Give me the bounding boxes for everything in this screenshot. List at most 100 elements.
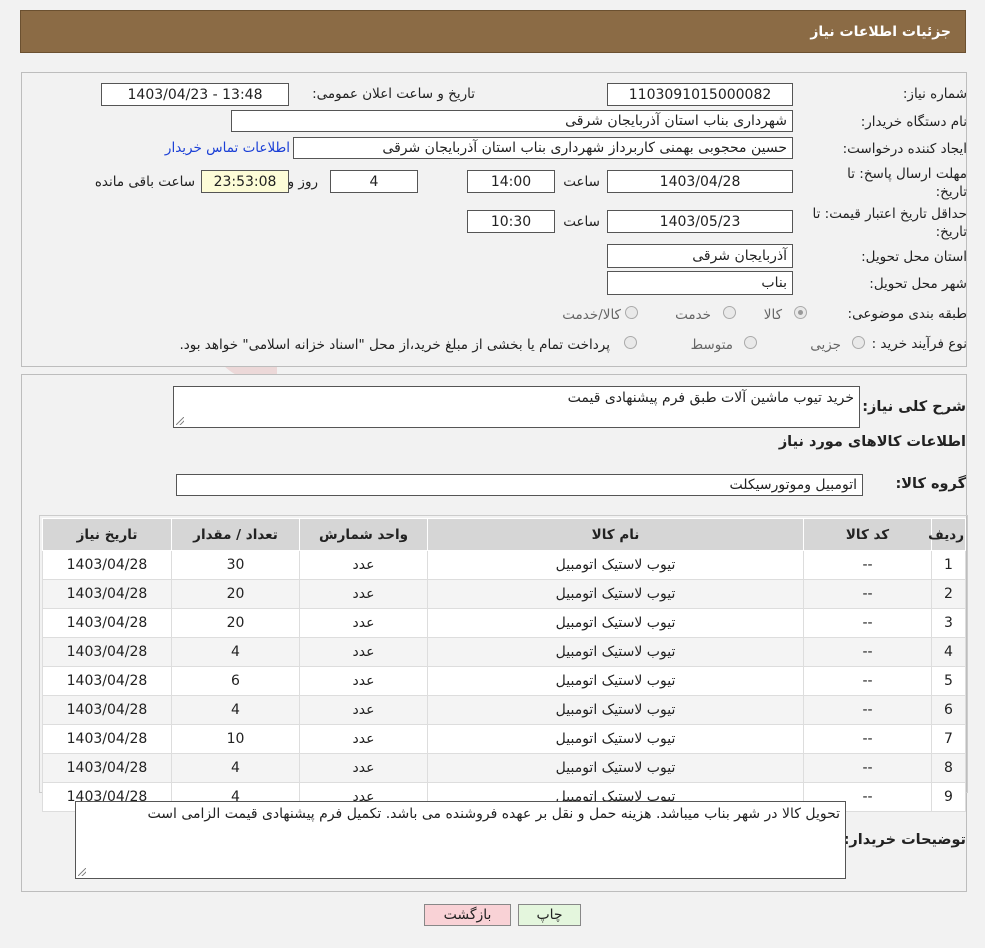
buyer-org-label: نام دستگاه خریدار: — [860, 114, 967, 130]
category-label: طبقه بندی موضوعی: — [847, 306, 967, 322]
item-code-cell: -- — [803, 666, 932, 696]
unit-cell: عدد — [299, 637, 428, 667]
buyer-notes-label: توضیحات خریدار: — [843, 832, 966, 848]
days-label: روز و — [287, 174, 318, 190]
city-label: شهر محل تحویل: — [869, 276, 967, 292]
need-date-cell: 1403/04/28 — [42, 695, 172, 725]
category-option-goods-service: کالا/خدمت — [562, 307, 621, 323]
goods-group-field: اتومبیل وموتورسیکلت — [176, 474, 863, 496]
quantity-cell: 30 — [171, 550, 300, 580]
deadline-label: مهلت ارسال پاسخ: تا — [847, 166, 967, 182]
category-radio-goods[interactable] — [794, 306, 807, 319]
col-header-date: تاریخ نیاز — [42, 518, 172, 551]
unit-cell: عدد — [299, 579, 428, 609]
row-number-cell: 7 — [931, 724, 966, 754]
item-code-cell: -- — [803, 608, 932, 638]
quantity-cell: 6 — [171, 666, 300, 696]
table-row: 6 -- تیوب لاستیک اتومبیل عدد 4 1403/04/28 — [42, 695, 966, 725]
description-label: شرح کلی نیاز: — [862, 399, 966, 415]
need-date-cell: 1403/04/28 — [42, 550, 172, 580]
need-date-cell: 1403/04/28 — [42, 637, 172, 667]
page-title: جزئیات اطلاعات نیاز — [810, 23, 951, 40]
items-table-header: ردیف کد کالا نام کالا واحد شمارش تعداد /… — [42, 518, 966, 551]
item-name-cell: تیوب لاستیک اتومبیل — [427, 637, 804, 667]
unit-cell: عدد — [299, 695, 428, 725]
table-row: 1 -- تیوب لاستیک اتومبیل عدد 30 1403/04/28 — [42, 550, 966, 580]
city-field: بناب — [607, 271, 793, 295]
item-code-cell: -- — [803, 579, 932, 609]
need-number-label: شماره نیاز: — [902, 86, 967, 102]
need-date-cell: 1403/04/28 — [42, 579, 172, 609]
back-button[interactable]: بازگشت — [424, 904, 511, 926]
goods-section-title: اطلاعات کالاهای مورد نیاز — [778, 434, 966, 450]
quantity-cell: 4 — [171, 637, 300, 667]
col-header-code: کد کالا — [803, 518, 932, 551]
goods-group-label: گروه کالا: — [895, 476, 966, 492]
quantity-cell: 20 — [171, 579, 300, 609]
table-row: 4 -- تیوب لاستیک اتومبیل عدد 4 1403/04/28 — [42, 637, 966, 667]
process-option-small: جزیی — [810, 337, 841, 353]
category-radio-goods-service[interactable] — [625, 306, 638, 319]
process-radio-medium[interactable] — [744, 336, 757, 349]
table-row: 2 -- تیوب لاستیک اتومبیل عدد 20 1403/04/28 — [42, 579, 966, 609]
items-table-body: 1 -- تیوب لاستیک اتومبیل عدد 30 1403/04/28 2 --… — [42, 550, 966, 812]
process-option-medium: متوسط — [690, 337, 733, 353]
need-date-cell: 1403/04/28 — [42, 608, 172, 638]
process-radio-small[interactable] — [852, 336, 865, 349]
category-radio-service[interactable] — [723, 306, 736, 319]
requester-field: حسین محجوبی بهمنی کاربرداز شهرداری بناب … — [293, 137, 793, 159]
validity-time-field: 10:30 — [467, 210, 555, 233]
item-code-cell: -- — [803, 724, 932, 754]
buyer-org-field: شهرداری بناب استان آذربایجان شرقی — [231, 110, 793, 132]
remaining-time-field: 23:53:08 — [201, 170, 289, 193]
validity-time-label: ساعت — [563, 214, 600, 230]
item-code-cell: -- — [803, 637, 932, 667]
table-row: 3 -- تیوب لاستیک اتومبیل عدد 20 1403/04/28 — [42, 608, 966, 638]
print-button[interactable]: چاپ — [518, 904, 581, 926]
need-date-cell: 1403/04/28 — [42, 753, 172, 783]
announce-label: تاریخ و ساعت اعلان عمومی: — [312, 86, 475, 102]
validity-label-date: تاریخ: — [935, 224, 967, 240]
col-header-unit: واحد شمارش — [299, 518, 428, 551]
announce-field: 1403/04/23 - 13:48 — [101, 83, 289, 106]
item-code-cell: -- — [803, 695, 932, 725]
buyer-notes-resize-handle[interactable] — [78, 868, 86, 876]
category-option-goods: کالا — [763, 307, 782, 323]
item-name-cell: تیوب لاستیک اتومبیل — [427, 608, 804, 638]
item-name-cell: تیوب لاستیک اتومبیل — [427, 666, 804, 696]
unit-cell: عدد — [299, 724, 428, 754]
process-radio-treasury[interactable] — [624, 336, 637, 349]
unit-cell: عدد — [299, 550, 428, 580]
row-number-cell: 8 — [931, 753, 966, 783]
deadline-date-field: 1403/04/28 — [607, 170, 793, 193]
process-note: پرداخت تمام یا بخشی از مبلغ خرید،از محل … — [179, 337, 610, 353]
validity-label: حداقل تاریخ اعتبار قیمت: تا — [812, 206, 967, 222]
col-header-name: نام کالا — [427, 518, 804, 551]
deadline-time-label: ساعت — [563, 174, 600, 190]
unit-cell: عدد — [299, 753, 428, 783]
province-label: استان محل تحویل: — [861, 249, 967, 265]
need-date-cell: 1403/04/28 — [42, 724, 172, 754]
item-code-cell: -- — [803, 550, 932, 580]
need-number-field: 1103091015000082 — [607, 83, 793, 106]
item-code-cell: -- — [803, 753, 932, 783]
table-row: 5 -- تیوب لاستیک اتومبیل عدد 6 1403/04/28 — [42, 666, 966, 696]
item-name-cell: تیوب لاستیک اتومبیل — [427, 753, 804, 783]
quantity-cell: 4 — [171, 695, 300, 725]
contact-info-link[interactable]: اطلاعات تماس خریدار — [165, 140, 290, 156]
days-field: 4 — [330, 170, 418, 193]
row-number-cell: 4 — [931, 637, 966, 667]
quantity-cell: 4 — [171, 753, 300, 783]
province-field: آذربایجان شرقی — [607, 244, 793, 268]
description-resize-handle[interactable] — [176, 417, 184, 425]
buyer-notes-field: تحویل کالا در شهر بناب میباشد. هزینه حمل… — [75, 801, 846, 879]
item-name-cell: تیوب لاستیک اتومبیل — [427, 550, 804, 580]
col-header-row: ردیف — [928, 518, 966, 551]
unit-cell: عدد — [299, 666, 428, 696]
item-name-cell: تیوب لاستیک اتومبیل — [427, 695, 804, 725]
row-number-cell: 1 — [931, 550, 966, 580]
need-date-cell: 1403/04/28 — [42, 666, 172, 696]
col-header-quantity: تعداد / مقدار — [171, 518, 300, 551]
row-number-cell: 6 — [931, 695, 966, 725]
deadline-time-field: 14:00 — [467, 170, 555, 193]
